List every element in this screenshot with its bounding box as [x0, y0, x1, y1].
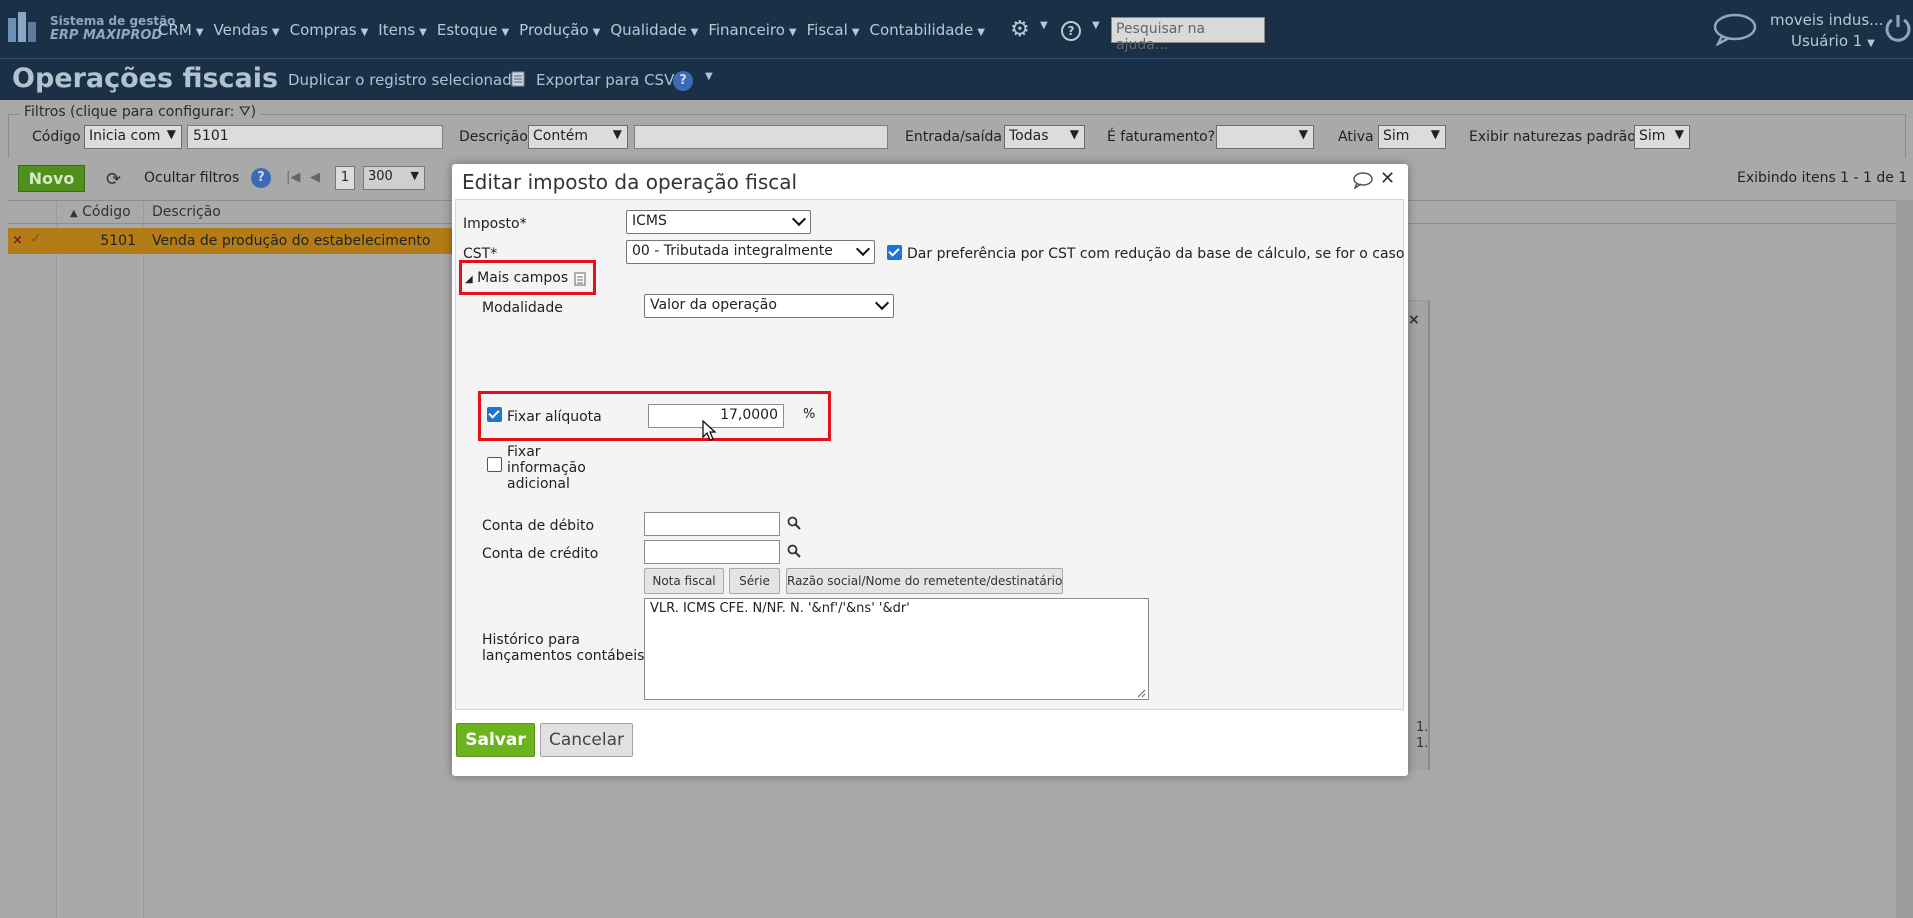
chevron-down-icon[interactable]: ▼: [705, 71, 713, 82]
close-icon: ×: [1408, 312, 1420, 328]
descricao-input[interactable]: [634, 125, 888, 149]
faturamento-select[interactable]: ▼: [1216, 125, 1314, 149]
imposto-label: Imposto*: [463, 216, 527, 232]
prefer-cst-checkbox[interactable]: [887, 245, 902, 260]
menu-vendas[interactable]: Vendas ▼: [214, 21, 290, 39]
page-header: [0, 58, 1913, 100]
chat-icon[interactable]: [1712, 12, 1758, 46]
help-icon[interactable]: ?: [1061, 21, 1081, 41]
row-codigo: 5101: [100, 233, 136, 249]
razao-social-button[interactable]: Razão social/Nome do remetente/destinatá…: [786, 568, 1063, 594]
entrada-saida-label: Entrada/saída: [905, 129, 1002, 145]
edit-check-icon[interactable]: ✓: [30, 231, 42, 247]
row-descricao: Venda de produção do estabelecimento: [152, 233, 431, 249]
historico-label: Histórico para lançamentos contábeis: [482, 632, 645, 664]
menu-itens[interactable]: Itens ▼: [378, 21, 437, 39]
close-icon[interactable]: ✕: [1380, 168, 1395, 189]
delete-icon[interactable]: ×: [12, 233, 23, 248]
serie-button[interactable]: Série: [729, 568, 780, 594]
save-button[interactable]: Salvar: [456, 723, 535, 757]
refresh-icon[interactable]: ⟳: [106, 169, 121, 190]
fixar-aliquota-label: Fixar alíquota: [507, 409, 602, 425]
dialog-title: Editar imposto da operação fiscal: [462, 170, 798, 194]
background-dialog-text: 1.: [1416, 736, 1429, 751]
naturezas-select[interactable]: Sim ▼: [1634, 125, 1690, 149]
fixar-aliquota-checkbox[interactable]: [487, 407, 502, 422]
filter-icon[interactable]: ⛛: [239, 104, 251, 120]
help-icon[interactable]: ?: [251, 168, 271, 188]
gear-icon[interactable]: ⚙: [1010, 19, 1030, 41]
menu-estoque[interactable]: Estoque ▼: [437, 21, 519, 39]
fixar-info-checkbox[interactable]: [487, 457, 502, 472]
mais-campos-toggle[interactable]: ◢ Mais campos: [465, 270, 568, 286]
cst-select[interactable]: 00 - Tributada integralmente: [626, 240, 875, 264]
menu-contabilidade[interactable]: Contabilidade ▼: [869, 21, 994, 39]
naturezas-label: Exibir naturezas padrão: [1469, 129, 1636, 145]
chevron-down-icon[interactable]: ▼: [1092, 20, 1100, 31]
modalidade-select[interactable]: Valor da operação: [644, 294, 894, 318]
descricao-operator-select[interactable]: Contém ▼: [528, 125, 628, 149]
imposto-select[interactable]: ICMS: [626, 210, 811, 234]
column-header-codigo[interactable]: ▲ Código: [70, 204, 131, 220]
prev-page-icon[interactable]: ◀: [310, 170, 320, 185]
search-icon[interactable]: [787, 516, 801, 530]
conta-credito-label: Conta de crédito: [482, 546, 599, 562]
menu-producao[interactable]: Produção ▼: [519, 21, 610, 39]
background-dialog-text: 1.: [1416, 720, 1429, 735]
doc-icon[interactable]: [574, 272, 586, 286]
chevron-down-icon[interactable]: ▼: [1040, 20, 1048, 31]
logo-icon: [8, 12, 44, 44]
prefer-cst-label: Dar preferência por CST com redução da b…: [907, 246, 1405, 262]
cursor-icon: [702, 420, 717, 441]
modalidade-label: Modalidade: [482, 300, 563, 316]
ativa-select[interactable]: Sim ▼: [1378, 125, 1446, 149]
page-number-input[interactable]: 1: [335, 166, 355, 190]
descricao-label: Descrição: [459, 129, 528, 145]
ativa-label: Ativa: [1338, 129, 1374, 145]
menu-qualidade[interactable]: Qualidade ▼: [610, 21, 708, 39]
codigo-input[interactable]: 5101: [187, 125, 443, 149]
duplicate-button[interactable]: Duplicar o registro selecionado: [288, 71, 521, 89]
export-csv-button[interactable]: Exportar para CSV: [536, 71, 674, 89]
codigo-operator-select[interactable]: Inicia com ▼: [84, 125, 182, 149]
grid-divider: [143, 200, 144, 918]
faturamento-label: É faturamento?: [1107, 129, 1216, 145]
user-menu[interactable]: Usuário 1 ▼: [1791, 32, 1875, 50]
search-icon[interactable]: [787, 544, 801, 558]
menu-financeiro[interactable]: Financeiro ▼: [708, 21, 806, 39]
grid-divider: [56, 200, 57, 918]
resize-grip-icon[interactable]: [1136, 688, 1146, 698]
hide-filters-button[interactable]: Ocultar filtros: [144, 170, 239, 186]
menu-fiscal[interactable]: Fiscal ▼: [807, 21, 870, 39]
help-search-input[interactable]: Pesquisar na ajuda...: [1111, 17, 1265, 53]
chat-icon[interactable]: [1352, 171, 1374, 189]
conta-debito-input[interactable]: [644, 512, 780, 536]
first-page-icon[interactable]: |◀: [286, 170, 300, 185]
entrada-saida-select[interactable]: Todas ▼: [1004, 125, 1085, 149]
page-title: Operações fiscais: [12, 63, 279, 94]
codigo-label: Código: [32, 129, 81, 145]
grid-scrollbar[interactable]: [1896, 200, 1913, 918]
aliquota-unit: %: [803, 407, 816, 422]
nota-fiscal-button[interactable]: Nota fiscal: [644, 568, 724, 594]
logo-line2: ERP MAXIPROD: [50, 28, 163, 43]
historico-textarea[interactable]: VLR. ICMS CFE. N/NF. N. '&nf'/'&ns' '&dr…: [644, 598, 1149, 700]
help-icon[interactable]: ?: [673, 71, 693, 91]
filters-legend[interactable]: Filtros (clique para configurar: ⛛): [20, 104, 261, 120]
cancel-button[interactable]: Cancelar: [540, 723, 633, 757]
power-icon[interactable]: [1883, 12, 1913, 42]
menu-crm[interactable]: CRM ▼: [158, 21, 214, 39]
column-header-descricao[interactable]: Descrição: [152, 204, 221, 220]
company-name[interactable]: moveis indus...: [1770, 11, 1883, 29]
csv-icon[interactable]: [510, 70, 528, 88]
conta-credito-input[interactable]: [644, 540, 780, 564]
fixar-info-label: Fixar informação adicional: [507, 444, 586, 492]
page-size-select[interactable]: 300 ▼: [363, 166, 425, 190]
main-menu: CRM ▼ Vendas ▼ Compras ▼ Itens ▼ Estoque ▼ Pr…: [158, 19, 995, 41]
menu-compras[interactable]: Compras ▼: [290, 21, 379, 39]
logo-line1: Sistema de gestão: [50, 14, 176, 28]
novo-button[interactable]: Novo: [18, 165, 85, 192]
conta-debito-label: Conta de débito: [482, 518, 595, 534]
showing-items-text: Exibindo itens 1 - 1 de 1: [1737, 170, 1908, 186]
